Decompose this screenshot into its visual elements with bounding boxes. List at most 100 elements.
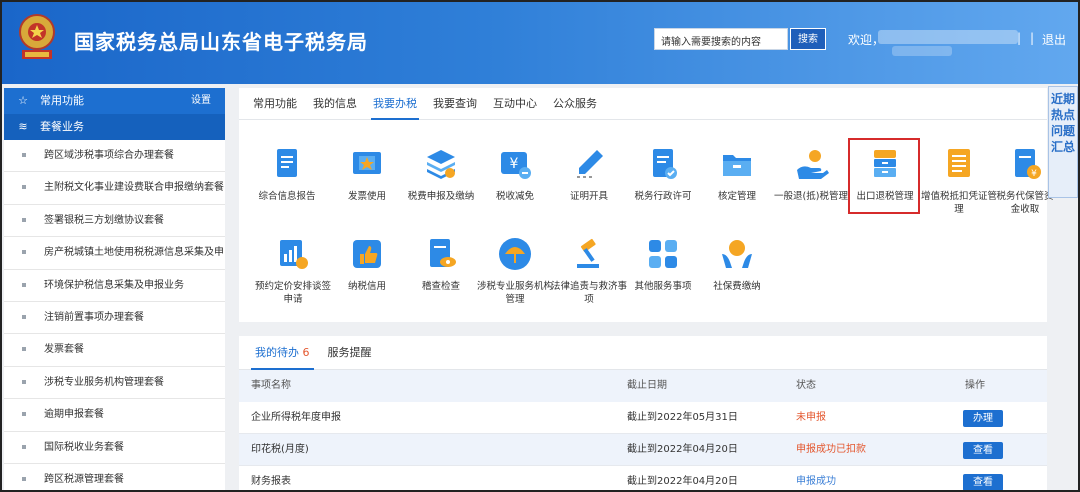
service-social-insurance[interactable]: 社保费缴纳: [699, 236, 775, 293]
sidebar-item[interactable]: 逾期申报套餐: [4, 399, 225, 432]
todo-tabs: 我的待办 6 服务提醒: [239, 336, 1047, 370]
search-input[interactable]: 请输入需要搜索的内容: [654, 28, 788, 50]
sidebar-item[interactable]: 环境保护税信息采集及申报业务: [4, 270, 225, 302]
svg-text:¥: ¥: [510, 156, 519, 172]
sidebar-item[interactable]: 主附税文化事业建设费联合申报缴纳套餐: [4, 172, 225, 205]
layers-yen-icon: [427, 150, 455, 179]
settings-link[interactable]: 设置: [191, 88, 211, 114]
header-separator: |: [1017, 31, 1022, 45]
pen-certificate-icon: [577, 150, 603, 178]
service-label: 纳税信用: [347, 281, 386, 292]
sidebar-item[interactable]: 房产税城镇土地使用税税源信息采集及申…: [4, 237, 225, 270]
service-pricing-arrangement[interactable]: 预约定价安排谈签申请: [255, 236, 331, 306]
doc-check-icon: [653, 149, 677, 179]
sidebar-item[interactable]: 签署银税三方划缴协议套餐: [4, 205, 225, 238]
column-header: 状态: [796, 380, 816, 391]
sidebar-item[interactable]: 注销前置事项办理套餐: [4, 302, 225, 335]
service-assessment[interactable]: 核定管理: [699, 146, 775, 203]
bullet-icon: [22, 185, 26, 190]
hot-topics-tab[interactable]: 近期热点问题汇总: [1048, 86, 1078, 198]
sidebar-item-label: 环境保护税信息采集及申报业务: [44, 279, 184, 291]
tax-reduction-icon: ¥: [501, 152, 531, 179]
ledger-icon: [948, 149, 970, 177]
service-invoice[interactable]: 发票使用: [329, 146, 405, 203]
service-vat-voucher[interactable]: 增值税抵扣凭证管理: [921, 146, 997, 216]
sidebar-package-label: 套餐业务: [40, 120, 84, 133]
search-button[interactable]: 搜索: [790, 28, 826, 50]
tab-reminder[interactable]: 服务提醒: [328, 336, 372, 369]
tab-do-tax[interactable]: 我要办税: [371, 88, 419, 120]
service-label: 一般退(抵)税管理: [774, 191, 848, 202]
service-tax-credit[interactable]: 纳税信用: [329, 236, 405, 293]
tab-pending[interactable]: 我的待办 6: [251, 336, 313, 370]
service-tax-reduction[interactable]: ¥ 税收减免: [477, 146, 553, 203]
service-label: 法律追责与救济事项: [551, 281, 628, 305]
view-button[interactable]: 查看: [963, 474, 1003, 490]
view-button[interactable]: 查看: [963, 442, 1003, 459]
table-row: 财务报表 截止到2022年04月20日 申报成功 查看: [239, 466, 1047, 490]
sidebar-common-label: 常用功能: [40, 94, 84, 107]
sidebar-common-functions[interactable]: ☆ 常用功能 设置: [4, 88, 225, 114]
table-row: 企业所得税年度申报 截止到2022年05月31日 未申报 办理: [239, 402, 1047, 434]
row-deadline: 截止到2022年04月20日: [627, 476, 738, 487]
sidebar-item-label: 房产税城镇土地使用税税源信息采集及申…: [44, 247, 225, 259]
service-label: 发票使用: [347, 191, 386, 202]
service-certificate[interactable]: 证明开具: [551, 146, 627, 203]
sidebar-item-label: 跨区税源管理套餐: [44, 473, 124, 485]
bullet-icon: [22, 476, 26, 481]
tax-emblem-icon: [19, 14, 55, 59]
export-refund-highlight: [848, 138, 920, 214]
bullet-icon: [22, 347, 26, 352]
table-header: 事项名称 截止日期 状态 操作: [239, 370, 1047, 402]
service-inspection[interactable]: 稽查检查: [403, 236, 479, 293]
row-status: 申报成功已扣款: [796, 444, 866, 455]
layers-icon: ≋: [18, 120, 28, 133]
sidebar-item[interactable]: 涉税专业服务机构管理套餐: [4, 367, 225, 400]
service-label: 涉税专业服务机构管理: [477, 281, 554, 305]
service-label: 税务行政许可: [634, 191, 692, 202]
sidebar-item-label: 涉税专业服务机构管理套餐: [44, 376, 164, 388]
service-professional-agency[interactable]: 涉税专业服务机构管理: [477, 236, 553, 306]
chart-yen-icon: [280, 240, 308, 269]
handle-button[interactable]: 办理: [963, 410, 1003, 427]
row-deadline: 截止到2022年04月20日: [627, 444, 738, 455]
service-label: 税收减免: [495, 191, 534, 202]
service-other[interactable]: 其他服务事项: [625, 236, 701, 293]
grid-icon: [649, 240, 677, 268]
bullet-icon: [22, 282, 26, 287]
row-name: 企业所得税年度申报: [251, 412, 341, 423]
service-legal-remedy[interactable]: 法律追责与救济事项: [551, 236, 627, 306]
sidebar-item[interactable]: 国际税收业务套餐: [4, 432, 225, 464]
doc-yen-icon: ¥: [1015, 149, 1041, 179]
service-comprehensive-report[interactable]: 综合信息报告: [249, 146, 325, 203]
sidebar: ☆ 常用功能 设置 ≋ 套餐业务 跨区域涉税事项综合办理套餐 主附税文化事业建设费联…: [4, 88, 225, 490]
bullet-icon: [22, 153, 26, 157]
service-admin-license[interactable]: 税务行政许可: [625, 146, 701, 203]
service-custody-funds[interactable]: ¥ 税务代保管资金收取: [995, 146, 1055, 216]
tab-public-service[interactable]: 公众服务: [553, 88, 597, 119]
service-label: 税务代保管资金收取: [996, 191, 1054, 215]
sidebar-item[interactable]: 发票套餐: [4, 334, 225, 367]
row-name: 印花税(月度): [251, 444, 309, 455]
sidebar-item[interactable]: 跨区税源管理套餐: [4, 464, 225, 490]
service-label: 稽查检查: [421, 281, 460, 292]
tab-interaction[interactable]: 互动中心: [493, 88, 537, 119]
gavel-icon: [577, 238, 599, 268]
sidebar-item-label: 国际税收业务套餐: [44, 441, 124, 453]
column-header: 截止日期: [627, 380, 667, 391]
sidebar-item-label: 逾期申报套餐: [44, 409, 104, 421]
service-tax-declare-pay[interactable]: 税费申报及缴纳: [403, 146, 479, 203]
tab-query[interactable]: 我要查询: [433, 88, 477, 119]
logout-link[interactable]: 退出: [1042, 31, 1066, 48]
service-general-refund[interactable]: 一般退(抵)税管理: [773, 146, 849, 203]
app-window: 国家税务总局山东省电子税务局 请输入需要搜索的内容 搜索 欢迎， | | 退出 …: [0, 0, 1080, 492]
thumb-up-icon: [353, 240, 381, 268]
sidebar-item[interactable]: 跨区域涉税事项综合办理套餐: [4, 140, 225, 173]
sidebar-item-label: 注销前置事项办理套餐: [44, 311, 144, 323]
sidebar-package-header[interactable]: ≋ 套餐业务: [4, 114, 225, 140]
tab-common[interactable]: 常用功能: [253, 88, 297, 119]
service-label: 证明开具: [569, 191, 608, 202]
service-label: 其他服务事项: [634, 281, 692, 292]
blurred-username: [878, 30, 1018, 44]
tab-my-info[interactable]: 我的信息: [313, 88, 357, 119]
